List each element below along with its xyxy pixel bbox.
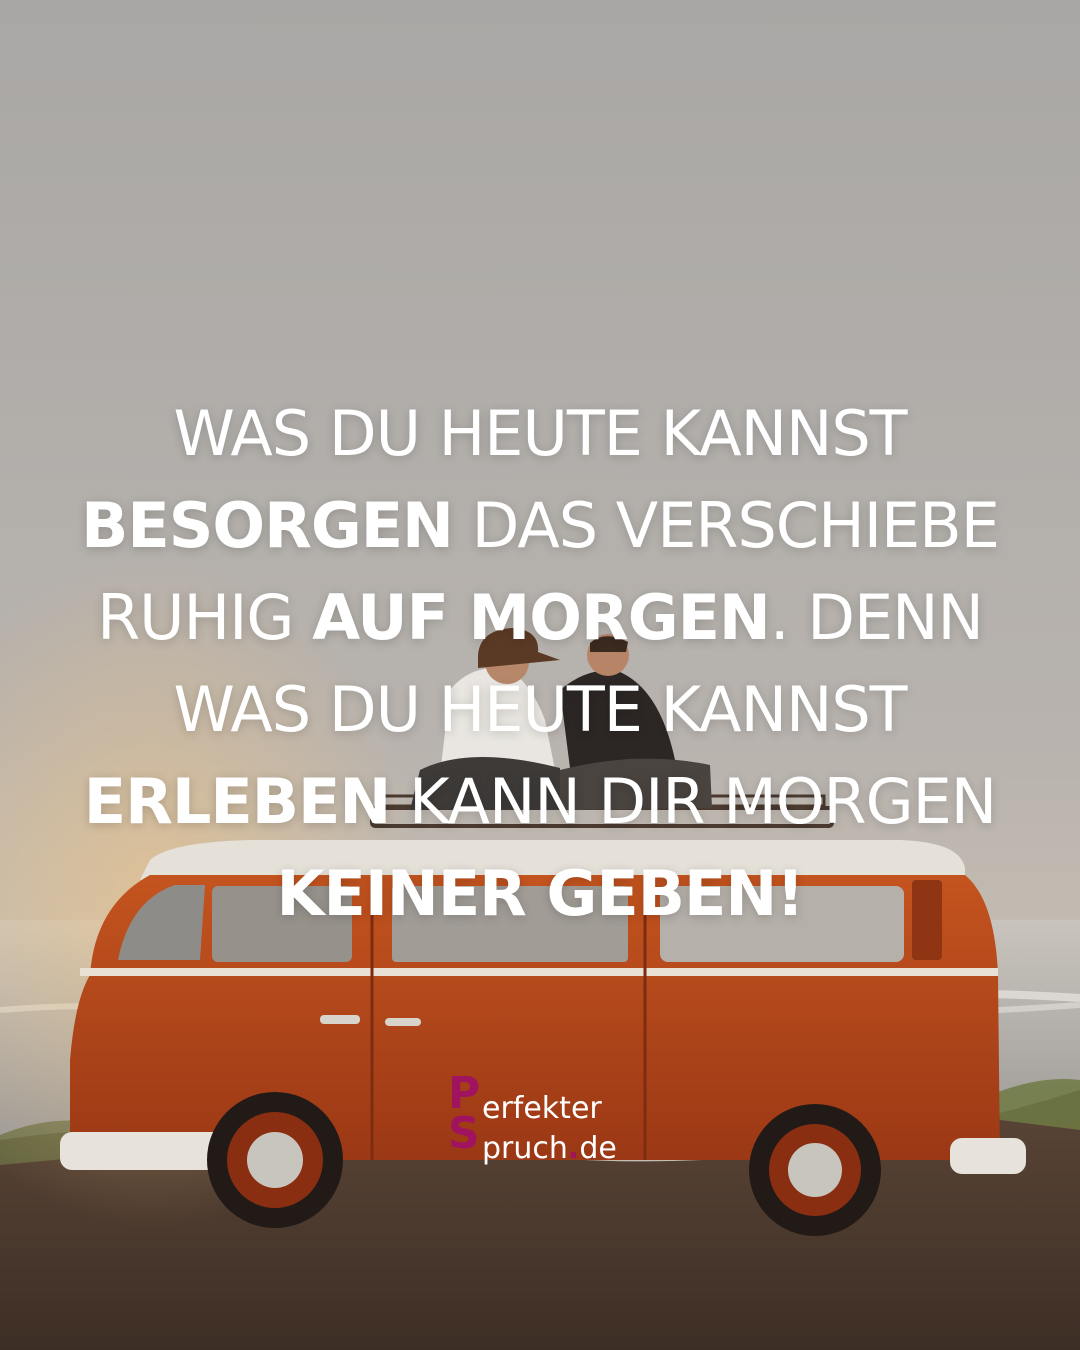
- quote-line: RUHIG AUF MORGEN. DENN: [0, 572, 1080, 664]
- quote-line: KEINER GEBEN!: [0, 848, 1080, 940]
- quote-emphasis: BESORGEN: [81, 489, 454, 562]
- logo-dot: .: [567, 1131, 580, 1166]
- quote-line: ERLEBEN KANN DIR MORGEN: [0, 756, 1080, 848]
- perfekter-spruch-logo: P S erfekter pruch.de: [448, 1072, 648, 1172]
- quote-emphasis: KEINER GEBEN!: [276, 857, 804, 930]
- quote-segment: RUHIG: [97, 581, 313, 654]
- logo-word-line2: pruch.de: [482, 1132, 617, 1166]
- quote-segment: KANN DIR MORGEN: [390, 765, 997, 838]
- quote-text: WAS DU HEUTE KANNST BESORGEN DAS VERSCHIE…: [0, 388, 1080, 940]
- quote-line: WAS DU HEUTE KANNST: [0, 664, 1080, 756]
- logo-word-line1: erfekter: [482, 1091, 602, 1126]
- quote-segment: WAS DU HEUTE KANNST: [173, 397, 907, 470]
- logo-tld: de: [579, 1131, 617, 1166]
- quote-segment: DAS VERSCHIEBE: [452, 489, 1000, 562]
- logo-word-pruch: pruch: [482, 1131, 568, 1166]
- quote-emphasis: ERLEBEN: [83, 765, 391, 838]
- quote-line: WAS DU HEUTE KANNST: [0, 388, 1080, 480]
- logo-letter-s: S: [448, 1108, 480, 1159]
- quote-segment: . DENN: [769, 581, 984, 654]
- quote-emphasis: AUF MORGEN: [312, 581, 771, 654]
- quote-segment: WAS DU HEUTE KANNST: [173, 673, 907, 746]
- quote-image: WAS DU HEUTE KANNST BESORGEN DAS VERSCHIE…: [0, 0, 1080, 1350]
- quote-line: BESORGEN DAS VERSCHIEBE: [0, 480, 1080, 572]
